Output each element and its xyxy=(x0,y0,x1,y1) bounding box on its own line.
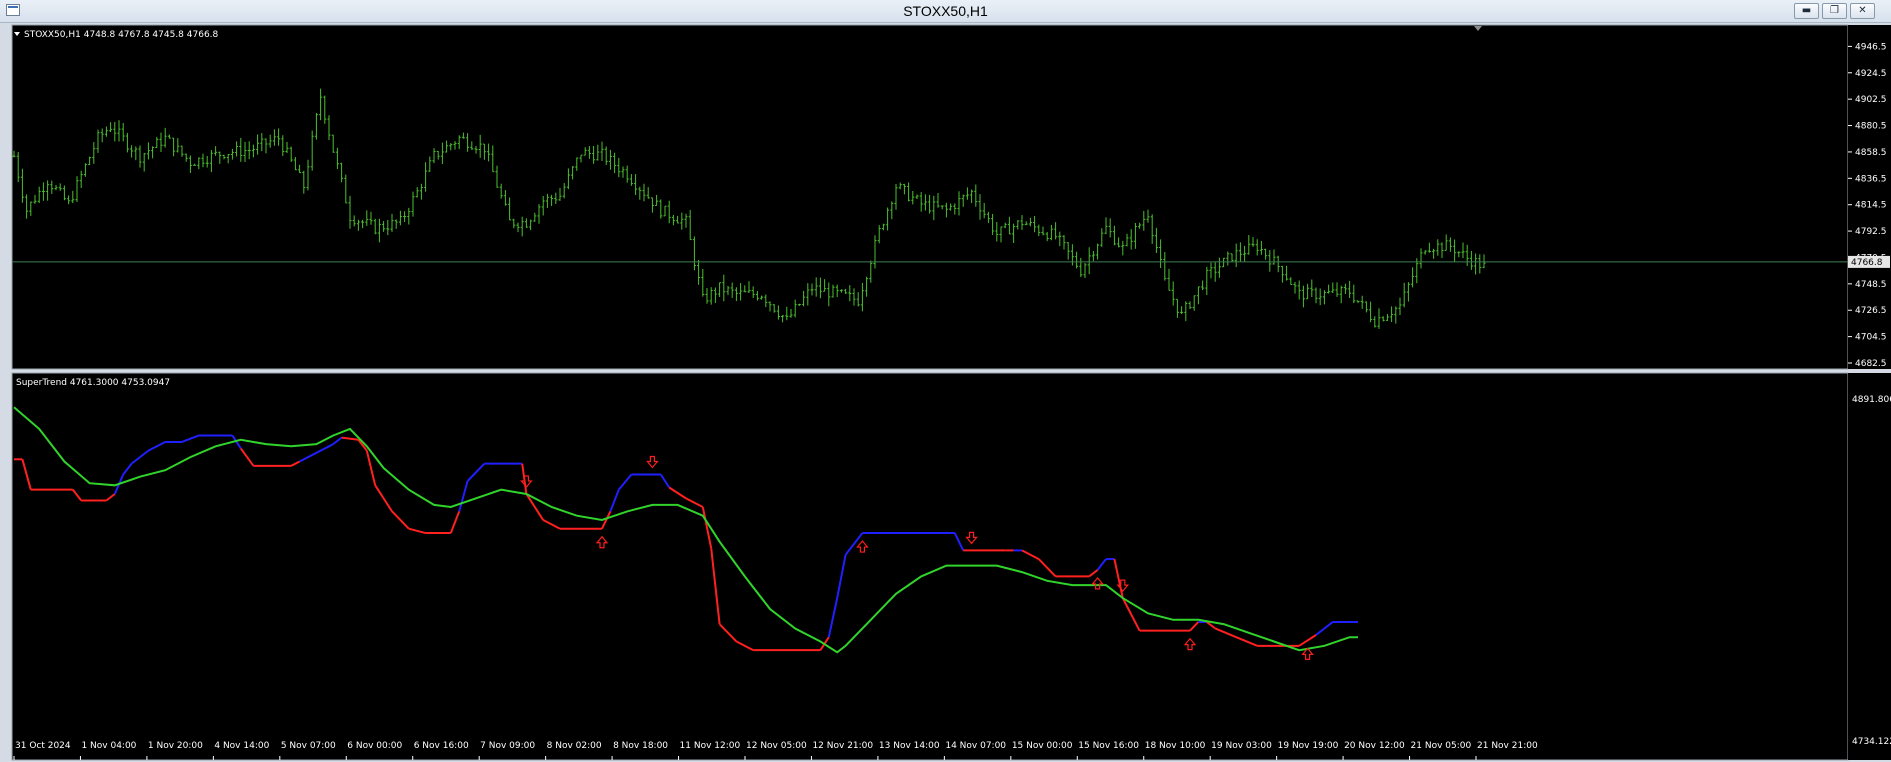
chart-canvas[interactable]: 4946.5 4924.5 4902.5 4880.5 4858.5 4836.5 4814… xyxy=(0,23,1891,762)
time-tick-label: 21 Nov 05:00 xyxy=(1411,741,1472,751)
time-tick-label: 20 Nov 12:00 xyxy=(1344,741,1405,751)
time-tick-label: 1 Nov 20:00 xyxy=(148,741,203,751)
indicator-tick-label: 4734.122 xyxy=(1852,737,1891,747)
last-price-label: 4766.8 xyxy=(1851,258,1883,268)
price-tick-label: 4880.5 xyxy=(1855,122,1887,132)
price-tick-label: 4748.5 xyxy=(1855,280,1887,290)
indicator-pane[interactable] xyxy=(11,372,1849,761)
time-tick-label: 15 Nov 00:00 xyxy=(1012,741,1073,751)
price-tick-label: 4836.5 xyxy=(1855,174,1887,184)
price-tick-label: 4792.5 xyxy=(1855,227,1887,237)
price-tick-label: 4924.5 xyxy=(1855,69,1887,79)
title-bar: STOXX50,H1 ▬ ❐ ✕ xyxy=(0,0,1891,23)
price-tick-label: 4726.5 xyxy=(1855,306,1887,316)
time-tick-label: 21 Nov 21:00 xyxy=(1477,741,1538,751)
time-tick-label: 13 Nov 14:00 xyxy=(879,741,940,751)
close-button[interactable]: ✕ xyxy=(1850,3,1875,19)
restore-button[interactable]: ❐ xyxy=(1822,3,1847,19)
price-tick-label: 4814.5 xyxy=(1855,201,1887,211)
time-tick-label: 19 Nov 19:00 xyxy=(1278,741,1339,751)
window-title: STOXX50,H1 xyxy=(903,3,988,19)
time-tick-label: 6 Nov 00:00 xyxy=(347,741,402,751)
price-tick-label: 4946.5 xyxy=(1855,42,1887,52)
indicator-axis xyxy=(1848,373,1891,760)
time-tick-label: 8 Nov 02:00 xyxy=(547,741,602,751)
time-tick-label: 6 Nov 16:00 xyxy=(414,741,469,751)
time-tick-label: 12 Nov 21:00 xyxy=(812,741,873,751)
minimize-button[interactable]: ▬ xyxy=(1794,3,1819,19)
time-tick-label: 1 Nov 04:00 xyxy=(81,741,136,751)
price-tick-label: 4902.5 xyxy=(1855,95,1887,105)
time-tick-label: 5 Nov 07:00 xyxy=(281,741,336,751)
time-tick-label: 12 Nov 05:00 xyxy=(746,741,807,751)
time-tick-label: 11 Nov 12:00 xyxy=(680,741,741,751)
time-tick-label: 8 Nov 18:00 xyxy=(613,741,668,751)
time-tick-label: 15 Nov 16:00 xyxy=(1078,741,1139,751)
time-tick-label: 18 Nov 10:00 xyxy=(1145,741,1206,751)
price-pane-header: STOXX50,H1 4748.8 4767.8 4745.8 4766.8 xyxy=(24,30,219,40)
indicator-pane-header: SuperTrend 4761.3000 4753.0947 xyxy=(16,378,170,388)
time-tick-label: 7 Nov 09:00 xyxy=(480,741,535,751)
indicator-tick-label: 4891.806 xyxy=(1852,395,1891,405)
price-tick-label: 4682.5 xyxy=(1855,359,1887,369)
price-tick-label: 4858.5 xyxy=(1855,148,1887,158)
time-tick-label: 4 Nov 14:00 xyxy=(214,741,269,751)
time-tick-label: 31 Oct 2024 xyxy=(15,741,71,751)
chart-frame: 4946.5 4924.5 4902.5 4880.5 4858.5 4836.5 4814… xyxy=(0,23,1891,762)
price-tick-label: 4704.5 xyxy=(1855,333,1887,343)
time-tick-label: 19 Nov 03:00 xyxy=(1211,741,1272,751)
time-tick-label: 14 Nov 07:00 xyxy=(945,741,1006,751)
